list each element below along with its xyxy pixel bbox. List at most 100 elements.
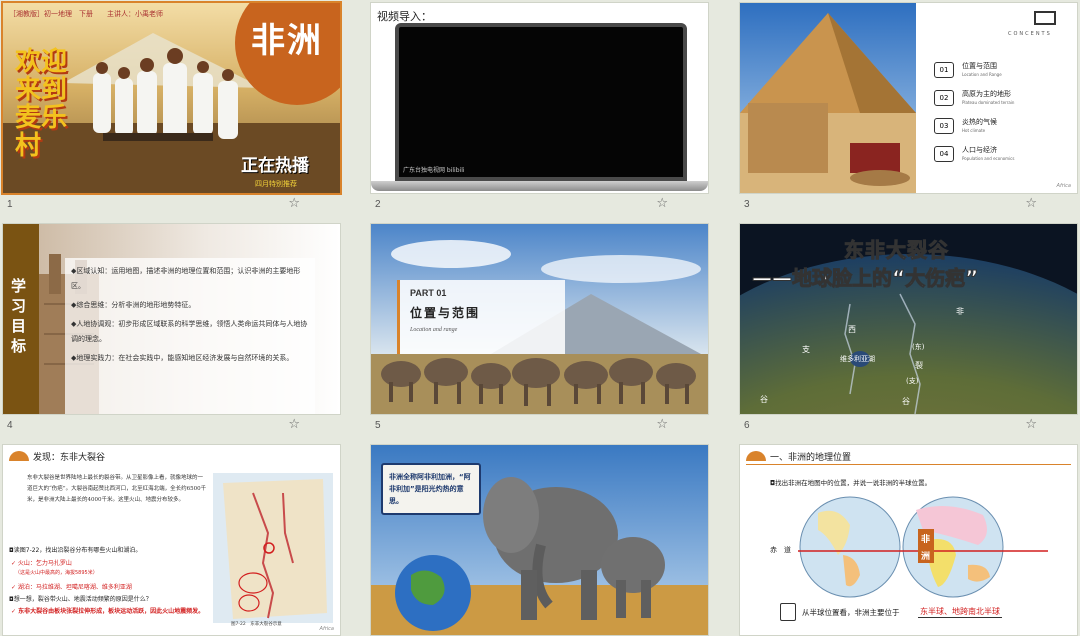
slide-4-canvas[interactable]: 学习目标 ◆区域认知：运用地图，描述非洲的地理位置和范围；认识非洲的主要地形区。… bbox=[3, 224, 340, 414]
slide-8-canvas[interactable]: 非洲全称阿非利加洲，“阿非利加”是阳光灼热的意思。 bbox=[371, 445, 708, 635]
slide-thumbnail-3[interactable]: CONCENTS 01 位置与范围 Location and Range 02 … bbox=[740, 3, 1077, 219]
rift-title-2: ——地球脸上的“大伤疤” bbox=[751, 266, 979, 291]
slide-footer: Africa bbox=[319, 626, 334, 632]
contents-item-number: 01 bbox=[934, 62, 954, 78]
rift-valley-map bbox=[213, 473, 333, 623]
map-caption: 图7-22 东非大裂谷示意 bbox=[231, 622, 282, 627]
movie-title-text: 欢迎来到麦乐村 bbox=[15, 47, 68, 161]
map-label: 支 bbox=[802, 345, 810, 354]
contents-item-number: 03 bbox=[934, 118, 954, 134]
video-watermark: 广东台独电视网 bilibili bbox=[403, 167, 465, 174]
contents-item-en: Hot climate bbox=[962, 128, 986, 133]
part-subtitle: Location and range bbox=[410, 327, 458, 333]
question-2: ◘想一想，裂谷带火山、地震活动频繁的原因是什么？ bbox=[9, 596, 152, 603]
contents-item-cn: 人口与经济 bbox=[962, 146, 997, 154]
slide-number: 3 bbox=[744, 199, 750, 210]
part-title: 位置与范围 bbox=[410, 306, 481, 320]
slide-7-canvas[interactable]: 发现：东非大裂谷 东非大裂谷是世界陆地上最长的裂谷带。从卫星影像上看，就像地球的… bbox=[3, 445, 340, 635]
slide-5-canvas[interactable]: PART 01 位置与范围 Location and range bbox=[371, 224, 708, 414]
africa-logo-icon bbox=[746, 451, 766, 461]
slide-thumbnail-2[interactable]: 视频导入： 广东台独电视网 bilibili 2 ☆ bbox=[371, 3, 708, 219]
contents-item-en: Population and economics bbox=[962, 156, 1015, 161]
laptop-base bbox=[371, 181, 708, 191]
africa-label-2: 洲 bbox=[921, 552, 931, 562]
contents-item-en: Location and Range bbox=[962, 72, 1002, 77]
favorite-star-icon[interactable]: ☆ bbox=[656, 196, 668, 211]
contents-item-cn: 炎热的气候 bbox=[962, 118, 997, 126]
objective-point: ◆地理实践力：在社会实践中，能感知地区经济发展与自然环境的关系。 bbox=[71, 354, 294, 362]
contents-item-04[interactable]: 04 人口与经济 Population and economics bbox=[934, 143, 1074, 171]
map-label: 谷 bbox=[760, 395, 768, 404]
favorite-star-icon[interactable]: ☆ bbox=[1025, 196, 1037, 211]
map-label: (东) bbox=[912, 343, 925, 351]
slide-1-canvas[interactable]: ［湘教版］初一地理 下册 主讲人：小禹老师 欢迎来到麦乐村 非洲 正在热播 四月… bbox=[3, 3, 340, 193]
slide-9-heading: 一、非洲的地理位置 bbox=[770, 453, 852, 463]
africa-logo-icon bbox=[9, 451, 29, 461]
contents-item-number: 04 bbox=[934, 146, 954, 162]
slide-footer: Africa bbox=[1056, 183, 1071, 189]
slide-thumbnail-8[interactable]: 非洲全称阿非利加洲，“阿非利加”是阳光灼热的意思。 8 ☆ bbox=[371, 445, 708, 636]
answer-2: ✓ 湖泊：马拉维湖、坦噶尼喀湖、维多利亚湖 bbox=[11, 584, 132, 591]
objective-point: ◆区域认知：运用地图，描述非洲的地理位置和范围；认识非洲的主要地形区。 bbox=[71, 267, 301, 290]
contents-item-cn: 位置与范围 bbox=[962, 62, 997, 70]
favorite-star-icon[interactable]: ☆ bbox=[288, 417, 300, 432]
slide-9-question: ◘找出非洲在地图中的位置，并说一说非洲的半球位置。 bbox=[770, 479, 932, 487]
slide-thumbnail-1[interactable]: ［湘教版］初一地理 下册 主讲人：小禹老师 欢迎来到麦乐村 非洲 正在热播 四月… bbox=[3, 3, 340, 219]
slide-thumbnail-9[interactable]: 一、非洲的地理位置 ◘找出非洲在地图中的位置，并说一说非洲的半球位置。 赤 道 … bbox=[740, 445, 1077, 636]
pyramid-photo bbox=[740, 3, 916, 193]
answer-text: 东半球、地跨南北半球 bbox=[918, 607, 1002, 618]
slide-number: 1 bbox=[7, 199, 13, 210]
rift-title-1: 东非大裂谷 bbox=[844, 238, 949, 263]
contents-list: 01 位置与范围 Location and Range 02 高原为主的地形 P… bbox=[934, 59, 1074, 171]
slide-thumbnail-7[interactable]: 发现：东非大裂谷 东非大裂谷是世界陆地上最长的裂谷带。从卫星影像上看，就像地球的… bbox=[3, 445, 340, 636]
slide-thumbnail-6[interactable]: 东非大裂谷 ——地球脸上的“大伤疤” 西 非 支 维多利亚湖 (东) 裂 谷 (… bbox=[740, 224, 1077, 440]
slide-6-canvas[interactable]: 东非大裂谷 ——地球脸上的“大伤疤” 西 非 支 维多利亚湖 (东) 裂 谷 (… bbox=[740, 224, 1077, 414]
slide-number: 2 bbox=[375, 199, 381, 210]
slide-1-title: 非洲 bbox=[251, 21, 323, 61]
slide-thumbnail-5[interactable]: PART 01 位置与范围 Location and range 5 ☆ bbox=[371, 224, 708, 440]
slide-2-canvas[interactable]: 视频导入： 广东台独电视网 bilibili bbox=[371, 3, 708, 193]
answer-1-note: （这是火山中最高的，海拔5895米） bbox=[15, 570, 98, 576]
video-intro-label: 视频导入： bbox=[377, 10, 432, 23]
answer-1: ✓ 火山：乞力马扎罗山 bbox=[11, 560, 72, 567]
rift-paragraph: 东非大裂谷是世界陆地上最长的裂谷带。从卫星影像上看，就像地球的一道巨大的“伤疤”… bbox=[27, 475, 207, 503]
slide-thumbnail-4[interactable]: 学习目标 ◆区域认知：运用地图，描述非洲的地理位置和范围；认识非洲的主要地形区。… bbox=[3, 224, 340, 440]
objective-point: ◆综合思维：分析非洲的地形地势特征。 bbox=[71, 301, 196, 309]
contents-item-01[interactable]: 01 位置与范围 Location and Range bbox=[934, 59, 1074, 87]
contents-icon bbox=[1034, 11, 1056, 25]
africa-label-1: 非 bbox=[921, 535, 931, 545]
contents-item-number: 02 bbox=[934, 90, 954, 106]
contents-item-cn: 高原为主的地形 bbox=[962, 90, 1011, 98]
side-title: 学习目标 bbox=[11, 277, 27, 355]
slide-9-canvas[interactable]: 一、非洲的地理位置 ◘找出非洲在地图中的位置，并说一说非洲的半球位置。 赤 道 … bbox=[740, 445, 1077, 635]
objective-point: ◆人地协调观：初步形成区域联系的科学思维，领悟人类命运共同体与人地协调的理念。 bbox=[71, 320, 308, 343]
answer-prefix: 从半球位置看，非洲主要位于 bbox=[802, 608, 900, 617]
map-label: 非 bbox=[956, 307, 964, 316]
video-player-screen[interactable] bbox=[395, 23, 687, 181]
question-1: ◘读图7-22，找出沿裂谷分布有哪些火山和湖泊。 bbox=[9, 547, 142, 554]
objectives-panel: ◆区域认知：运用地图，描述非洲的地理位置和范围；认识非洲的主要地形区。 ◆综合思… bbox=[65, 258, 315, 414]
map-label: 维多利亚湖 bbox=[840, 355, 875, 363]
answer-3: ✓ 东非大裂谷由板块张裂拉伸形成，板块运动活跃，因此火山地震频发。 bbox=[11, 608, 205, 615]
now-showing-badge: 正在热播 bbox=[241, 156, 309, 176]
favorite-star-icon[interactable]: ☆ bbox=[656, 417, 668, 432]
africa-meaning-banner: 非洲全称阿非利加洲，“阿非利加”是阳光灼热的意思。 bbox=[381, 463, 481, 515]
part-number: PART 01 bbox=[410, 288, 447, 298]
part-title-card: PART 01 位置与范围 Location and range bbox=[397, 280, 565, 354]
contents-item-en: Plateau dominated terrain bbox=[962, 100, 1015, 105]
slide-3-canvas[interactable]: CONCENTS 01 位置与范围 Location and Range 02 … bbox=[740, 3, 1077, 193]
contents-item-02[interactable]: 02 高原为主的地形 Plateau dominated terrain bbox=[934, 87, 1074, 115]
contents-item-03[interactable]: 03 炎热的气候 Hot climate bbox=[934, 115, 1074, 143]
slide-7-heading: 发现：东非大裂谷 bbox=[33, 453, 106, 463]
pen-paper-icon bbox=[780, 603, 796, 621]
slide-number: 4 bbox=[7, 420, 13, 431]
equator-label: 赤 道 bbox=[770, 546, 791, 554]
favorite-star-icon[interactable]: ☆ bbox=[288, 196, 300, 211]
map-label: 谷 bbox=[902, 397, 910, 406]
slide-number: 6 bbox=[744, 420, 750, 431]
slide-1-bottom-text: 四月特别推荐 bbox=[255, 180, 297, 188]
map-label: (支) bbox=[906, 377, 919, 385]
map-label: 西 bbox=[848, 325, 856, 334]
heading-underline bbox=[746, 464, 1071, 465]
favorite-star-icon[interactable]: ☆ bbox=[1025, 417, 1037, 432]
